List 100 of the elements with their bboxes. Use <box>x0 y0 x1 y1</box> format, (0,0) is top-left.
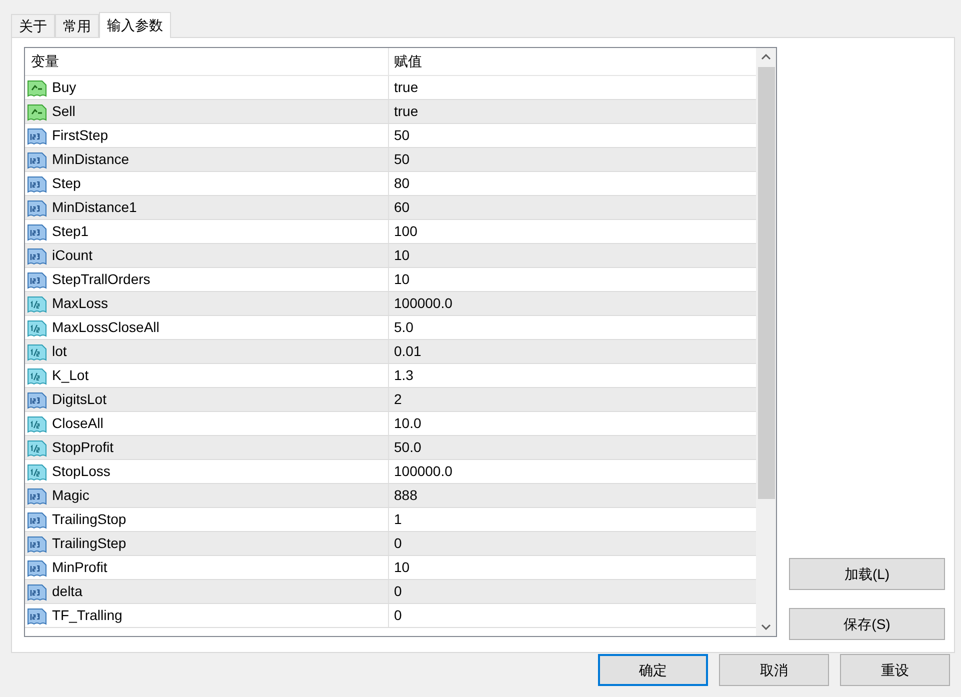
table-row[interactable]: lot 0.01 <box>25 340 756 364</box>
parameter-value: 10 <box>393 246 410 265</box>
parameter-name: StopLoss <box>52 462 110 481</box>
number-icon <box>27 558 47 578</box>
table-row[interactable]: delta 0 <box>25 580 756 604</box>
table-row[interactable]: Magic 888 <box>25 484 756 508</box>
parameter-value: 100000.0 <box>393 462 452 481</box>
parameter-value: true <box>393 78 418 97</box>
parameter-value: 10 <box>393 558 410 577</box>
number-icon <box>27 606 47 626</box>
number-icon <box>27 534 47 554</box>
dialog-button[interactable]: 确定 <box>598 654 708 686</box>
fraction-icon <box>27 438 47 458</box>
parameter-name: TF_Tralling <box>52 606 122 625</box>
number-icon <box>27 270 47 290</box>
table-row[interactable]: MaxLoss 100000.0 <box>25 292 756 316</box>
parameter-value: 888 <box>393 486 418 505</box>
table-row[interactable]: TrailingStop 1 <box>25 508 756 532</box>
parameter-name: StopProfit <box>52 438 114 457</box>
bool-switch-icon <box>27 78 47 98</box>
number-icon <box>27 246 47 266</box>
number-icon <box>27 150 47 170</box>
parameter-name: FirstStep <box>52 126 108 145</box>
parameter-value: 60 <box>393 198 410 217</box>
parameter-value: 10.0 <box>393 414 422 433</box>
table-row[interactable]: iCount 10 <box>25 244 756 268</box>
bool-switch-icon <box>27 102 47 122</box>
table-row[interactable]: StepTrallOrders 10 <box>25 268 756 292</box>
parameter-name: MinDistance1 <box>52 198 137 217</box>
fraction-icon <box>27 414 47 434</box>
parameter-value: 10 <box>393 270 410 289</box>
scroll-down-icon[interactable] <box>761 624 771 630</box>
side-button[interactable]: 保存(S) <box>789 608 945 640</box>
parameter-name: StepTrallOrders <box>52 270 150 289</box>
number-icon <box>27 510 47 530</box>
tab[interactable]: 常用 <box>55 14 99 37</box>
table-row[interactable]: StopProfit 50.0 <box>25 436 756 460</box>
table-row[interactable]: TrailingStep 0 <box>25 532 756 556</box>
table-row[interactable]: Buy true <box>25 76 756 100</box>
parameter-value: 50 <box>393 150 410 169</box>
table-row[interactable]: CloseAll 10.0 <box>25 412 756 436</box>
parameter-name: MinDistance <box>52 150 130 169</box>
number-icon <box>27 198 47 218</box>
parameter-value: 0 <box>393 582 402 601</box>
parameter-name: TrailingStop <box>52 510 126 529</box>
parameter-name: TrailingStep <box>52 534 126 553</box>
number-icon <box>27 390 47 410</box>
dialog-button[interactable]: 重设 <box>840 654 950 686</box>
parameter-value: 5.0 <box>393 318 414 337</box>
parameter-name: MinProfit <box>52 558 108 577</box>
tab[interactable]: 输入参数 <box>99 12 171 38</box>
parameter-name: Step <box>52 174 81 193</box>
fraction-icon <box>27 366 47 386</box>
table-row[interactable]: MaxLossCloseAll 5.0 <box>25 316 756 340</box>
column-header[interactable]: 赋值 <box>389 48 756 75</box>
parameter-value: true <box>393 102 418 121</box>
table-row[interactable]: MinProfit 10 <box>25 556 756 580</box>
table-row[interactable]: StopLoss 100000.0 <box>25 460 756 484</box>
scrollbar[interactable] <box>756 48 776 636</box>
dialog-button[interactable]: 取消 <box>719 654 829 686</box>
parameter-name: Buy <box>52 78 76 97</box>
table-row[interactable]: FirstStep 50 <box>25 124 756 148</box>
table-row[interactable]: DigitsLot 2 <box>25 388 756 412</box>
parameter-name: MaxLossCloseAll <box>52 318 160 337</box>
parameter-value: 0 <box>393 534 402 553</box>
parameter-value: 0.01 <box>393 342 422 361</box>
fraction-icon <box>27 462 47 482</box>
scrollbar-thumb[interactable] <box>758 67 774 499</box>
column-header[interactable]: 变量 <box>25 48 389 75</box>
parameter-name: delta <box>52 582 82 601</box>
parameter-value: 50.0 <box>393 438 422 457</box>
number-icon <box>27 174 47 194</box>
parameter-name: lot <box>52 342 67 361</box>
parameter-name: Sell <box>52 102 76 121</box>
number-icon <box>27 486 47 506</box>
table-row[interactable]: MinDistance1 60 <box>25 196 756 220</box>
parameter-name: Magic <box>52 486 90 505</box>
table-row[interactable]: Sell true <box>25 100 756 124</box>
tab[interactable]: 关于 <box>11 14 55 37</box>
table-row[interactable]: TF_Tralling 0 <box>25 604 756 628</box>
parameter-name: MaxLoss <box>52 294 108 313</box>
parameter-value: 50 <box>393 126 410 145</box>
parameter-name: K_Lot <box>52 366 89 385</box>
side-button[interactable]: 加载(L) <box>789 558 945 590</box>
parameter-value: 80 <box>393 174 410 193</box>
table-row[interactable]: MinDistance 50 <box>25 148 756 172</box>
fraction-icon <box>27 342 47 362</box>
table-row[interactable]: Step1 100 <box>25 220 756 244</box>
scroll-up-icon[interactable] <box>761 54 771 60</box>
parameter-name: Step1 <box>52 222 89 241</box>
number-icon <box>27 126 47 146</box>
parameter-name: iCount <box>52 246 92 265</box>
parameter-value: 0 <box>393 606 402 625</box>
fraction-icon <box>27 294 47 314</box>
parameter-value: 100000.0 <box>393 294 452 313</box>
parameter-name: DigitsLot <box>52 390 106 409</box>
parameter-name: CloseAll <box>52 414 104 433</box>
parameter-value: 1.3 <box>393 366 414 385</box>
table-row[interactable]: Step 80 <box>25 172 756 196</box>
table-row[interactable]: K_Lot 1.3 <box>25 364 756 388</box>
